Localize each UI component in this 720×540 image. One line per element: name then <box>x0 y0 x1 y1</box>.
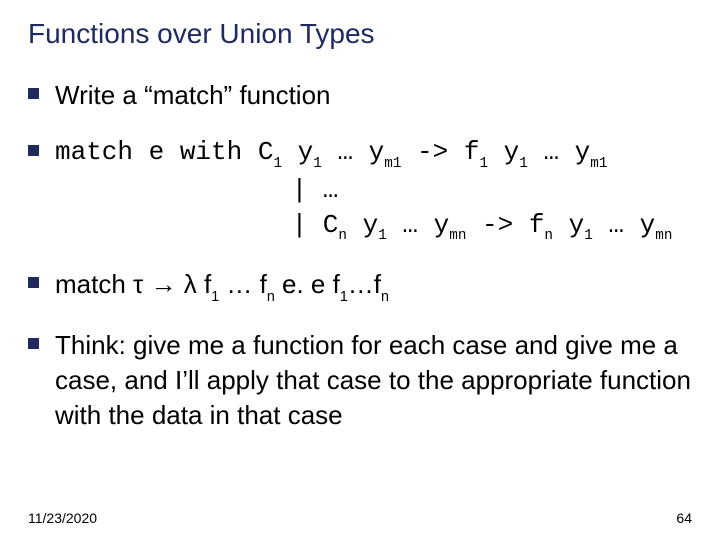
slide-title: Functions over Union Types <box>28 18 692 50</box>
square-bullet-icon <box>28 277 39 288</box>
bullet-text: Think: give me a function for each case … <box>55 328 692 433</box>
square-bullet-icon <box>28 338 39 349</box>
code-line-3: | Cn y1 … ymn -> fn y1 … ymn <box>55 208 672 245</box>
code-line-1: match e with C1 y1 … ym1 -> f1 y1 … ym1 <box>55 135 672 172</box>
match-code-block: match e with C1 y1 … ym1 -> f1 y1 … ym1 … <box>55 135 672 245</box>
footer-date: 11/23/2020 <box>28 510 97 526</box>
footer: 11/23/2020 64 <box>28 510 692 526</box>
bullet-text: Write a “match” function <box>55 78 331 113</box>
square-bullet-icon <box>28 145 39 156</box>
slide: Functions over Union Types Write a “matc… <box>0 0 720 540</box>
bullet-item-4: Think: give me a function for each case … <box>28 328 692 433</box>
bullet-item-2: match e with C1 y1 … ym1 -> f1 y1 … ym1 … <box>28 135 692 245</box>
footer-page-number: 64 <box>676 510 692 526</box>
square-bullet-icon <box>28 88 39 99</box>
bullet-list: Write a “match” function match e with C1… <box>28 78 692 433</box>
match-semantics: match τ → λ f1 … fn e. e f1…fn <box>55 267 389 305</box>
bullet-item-1: Write a “match” function <box>28 78 692 113</box>
code-line-2: | … <box>55 173 672 208</box>
bullet-item-3: match τ → λ f1 … fn e. e f1…fn <box>28 267 692 305</box>
